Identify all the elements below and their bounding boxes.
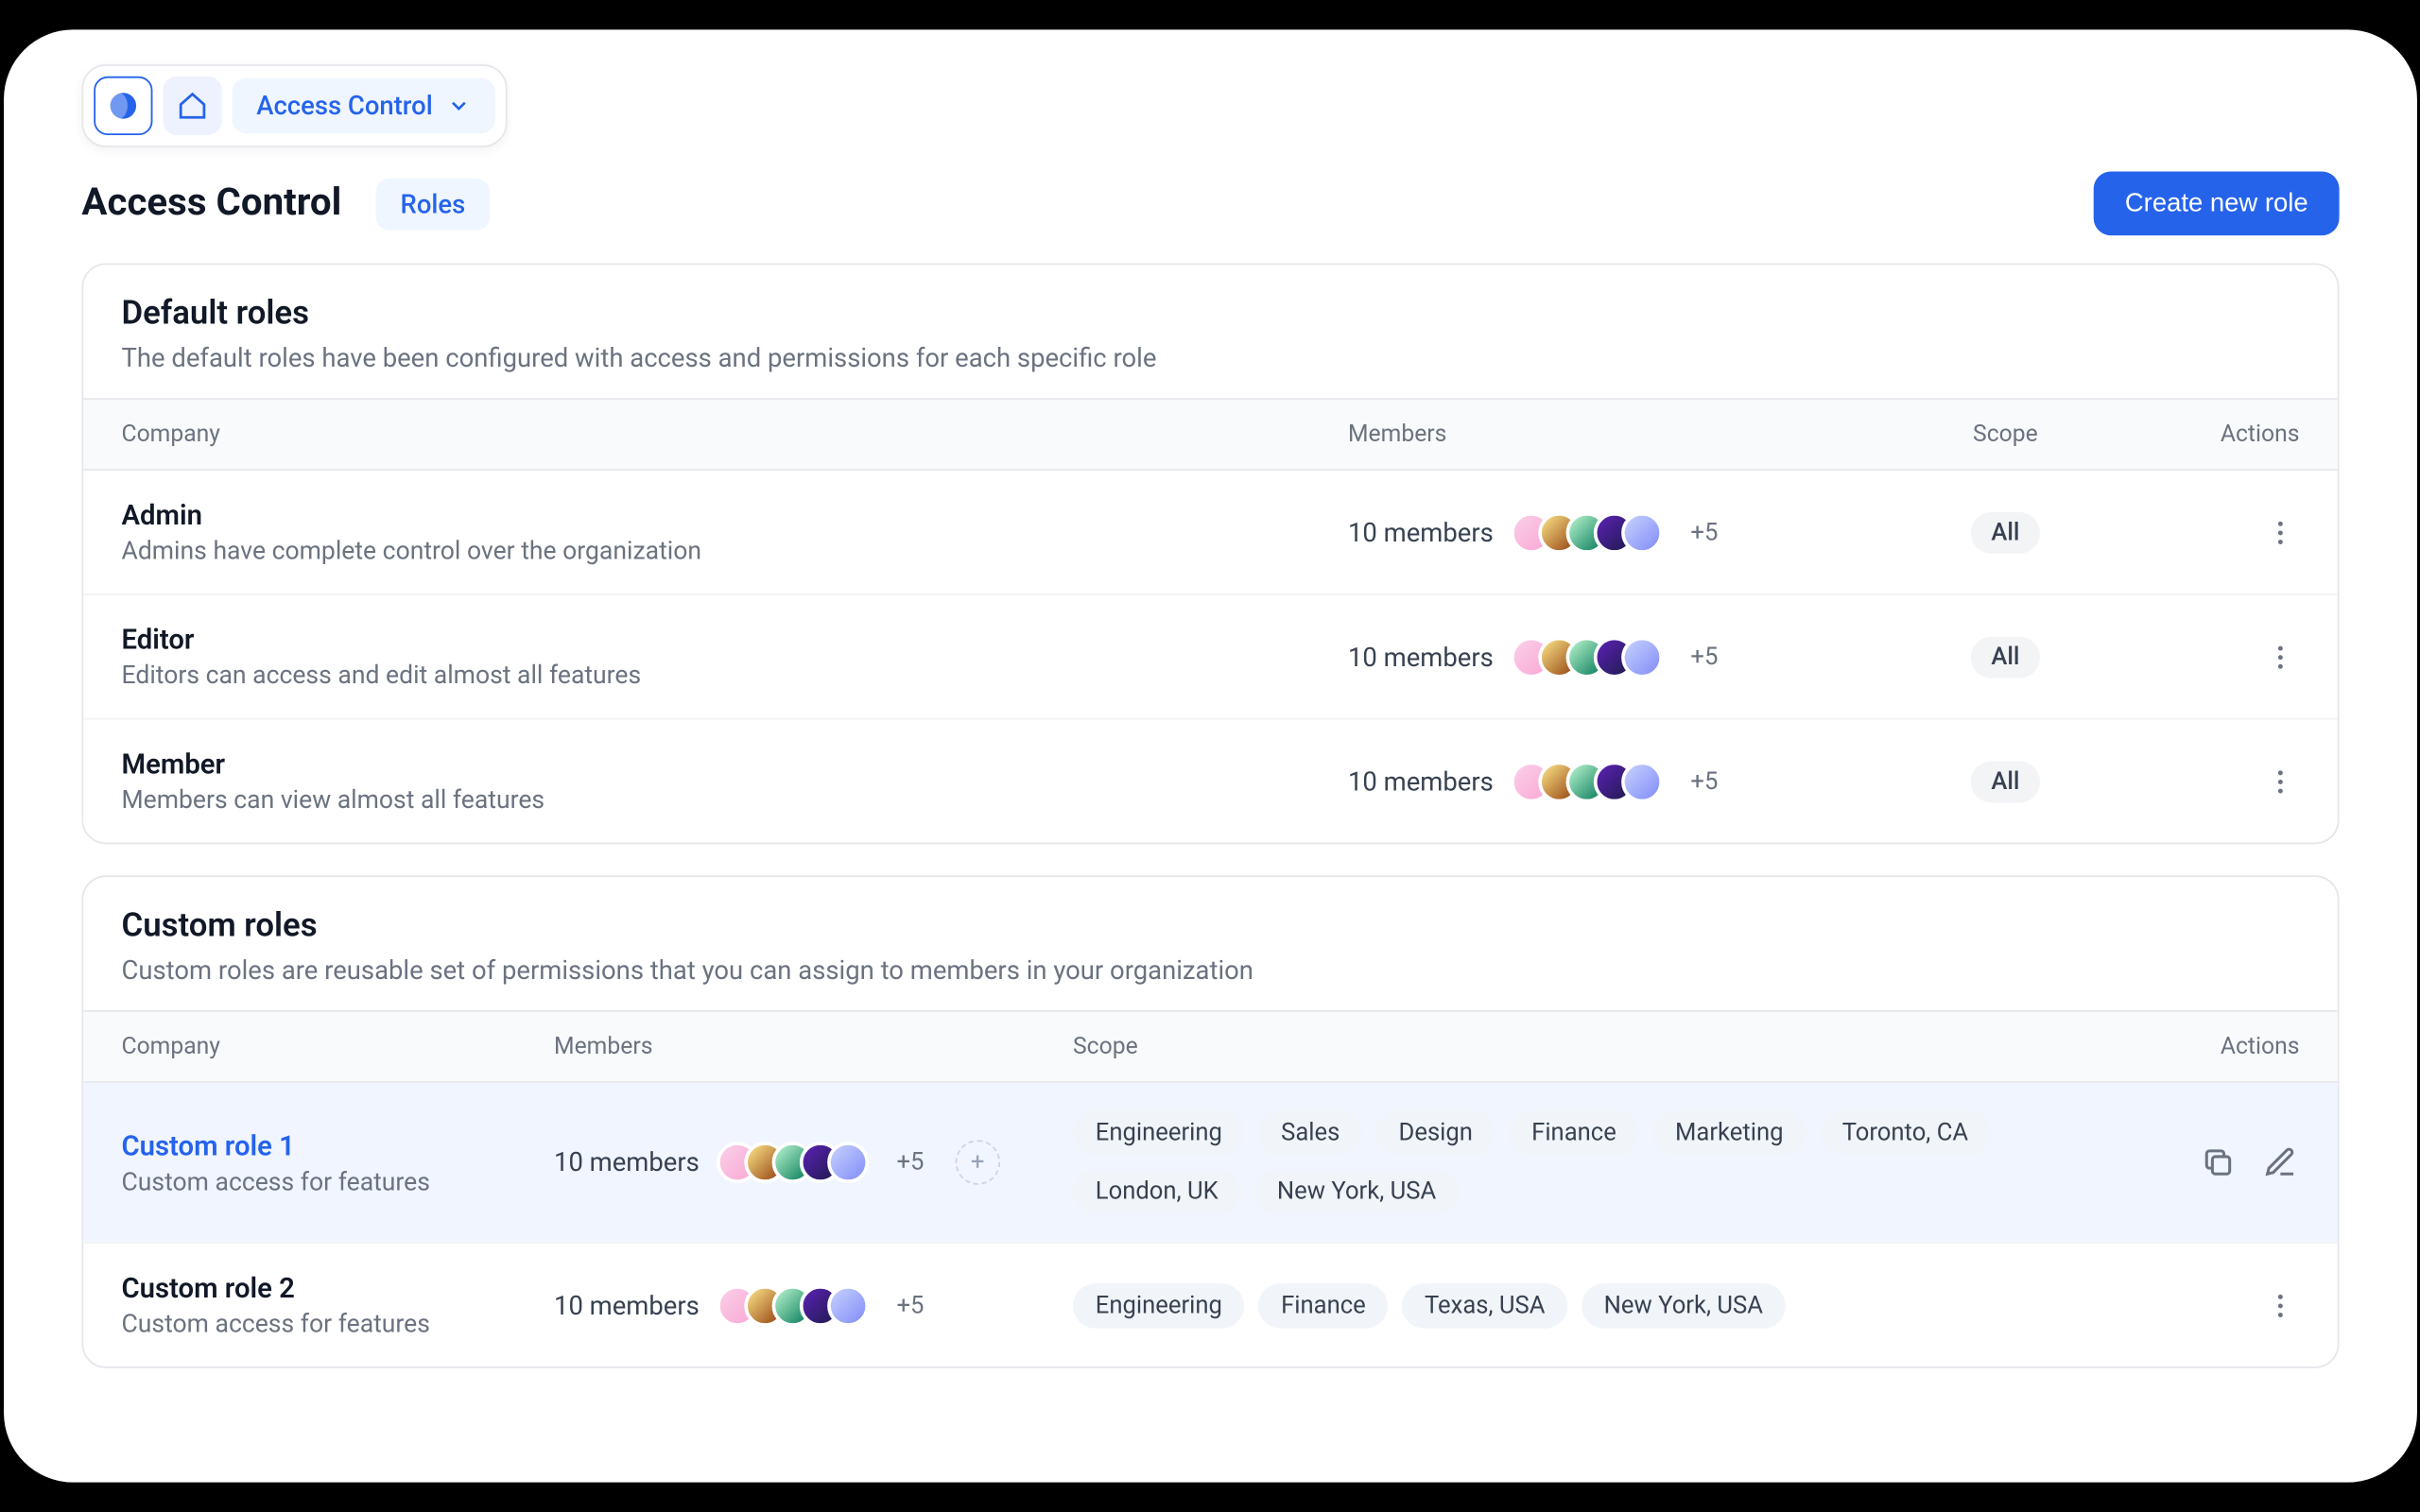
scope-tag: London, UK [1073, 1169, 1240, 1214]
tab-roles[interactable]: Roles [375, 178, 489, 230]
table-row[interactable]: Admin Admins have complete control over … [83, 471, 2337, 595]
role-description: Custom access for features [121, 1167, 554, 1196]
table-row[interactable]: Member Members can view almost all featu… [83, 720, 2337, 843]
table-row[interactable]: Editor Editors can access and edit almos… [83, 595, 2337, 720]
scope-tag: Toronto, CA [1819, 1110, 1990, 1156]
more-actions-button[interactable] [2261, 513, 2299, 551]
scope-tag: Finance [1258, 1282, 1388, 1328]
default-roles-subtitle: The default roles have been configured w… [121, 343, 2299, 374]
role-description: Admins have complete control over the or… [121, 537, 1347, 566]
col-members: Members [554, 1033, 1073, 1060]
page-header: Access Control Roles Create new role [81, 171, 2339, 235]
scope-tag: Finance [1509, 1110, 1638, 1156]
members-count: 10 members [554, 1290, 700, 1321]
breadcrumb-label: Access Control [256, 90, 432, 121]
avatar-stack [1511, 636, 1663, 678]
col-actions: Actions [2161, 421, 2299, 448]
avatar [1621, 511, 1663, 553]
home-icon[interactable] [163, 77, 221, 135]
col-scope: Scope [1073, 1033, 2144, 1060]
members-overflow: +5 [896, 1291, 924, 1318]
members-overflow: +5 [1690, 518, 1718, 545]
custom-roles-header-row: Company Members Scope Actions [83, 1010, 2337, 1083]
default-roles-title: Default roles [121, 293, 2299, 333]
table-row[interactable]: Custom role 1 Custom access for features… [83, 1083, 2337, 1244]
scope-tag: New York, USA [1581, 1282, 1785, 1328]
scope-badge: All [1970, 511, 2040, 553]
col-company: Company [121, 421, 1347, 448]
col-members: Members [1347, 421, 1849, 448]
chevron-down-icon [446, 94, 471, 118]
custom-roles-title: Custom roles [121, 904, 2299, 944]
members-count: 10 members [1347, 765, 1493, 797]
avatar-stack [1511, 511, 1663, 553]
page-title: Access Control [81, 181, 341, 225]
col-scope: Scope [1849, 421, 2160, 448]
role-description: Custom access for features [121, 1310, 554, 1339]
avatar [827, 1142, 869, 1183]
scope-tag: Engineering [1073, 1282, 1245, 1328]
app-logo-icon[interactable] [94, 77, 152, 135]
members-count: 10 members [1347, 517, 1493, 548]
default-roles-card: Default roles The default roles have bee… [81, 263, 2339, 844]
table-row[interactable]: Custom role 2 Custom access for features… [83, 1244, 2337, 1366]
role-description: Members can view almost all features [121, 785, 1347, 815]
role-name: Editor [121, 623, 1347, 656]
members-overflow: +5 [1690, 643, 1718, 670]
avatar-stack [717, 1142, 869, 1183]
avatar [1621, 761, 1663, 802]
more-actions-button[interactable] [2261, 638, 2299, 676]
scope-badge: All [1970, 761, 2040, 802]
col-actions: Actions [2143, 1033, 2299, 1060]
more-actions-button[interactable] [2261, 1286, 2299, 1324]
breadcrumb: Access Control [81, 64, 507, 147]
scope-tag: New York, USA [1254, 1169, 1459, 1214]
scope-badge: All [1970, 636, 2040, 678]
members-overflow: +5 [1690, 767, 1718, 795]
add-member-button[interactable]: + [955, 1140, 1000, 1185]
role-name[interactable]: Custom role 1 [121, 1128, 554, 1161]
scope-tag: Engineering [1073, 1110, 1245, 1156]
scope-tag: Sales [1258, 1110, 1362, 1156]
create-role-button[interactable]: Create new role [2093, 171, 2339, 235]
avatar-stack [717, 1284, 869, 1326]
custom-roles-subtitle: Custom roles are reusable set of permiss… [121, 954, 2299, 986]
col-company: Company [121, 1033, 554, 1060]
role-description: Editors can access and edit almost all f… [121, 661, 1347, 690]
avatar-stack [1511, 761, 1663, 802]
scope-tag: Marketing [1652, 1110, 1806, 1156]
role-name: Member [121, 747, 1347, 781]
breadcrumb-current[interactable]: Access Control [232, 78, 494, 134]
custom-roles-card: Custom roles Custom roles are reusable s… [81, 875, 2339, 1368]
default-roles-header-row: Company Members Scope Actions [83, 398, 2337, 471]
avatar [827, 1284, 869, 1326]
scope-tag: Design [1375, 1110, 1495, 1156]
duplicate-button[interactable] [2199, 1143, 2237, 1181]
edit-button[interactable] [2261, 1143, 2299, 1181]
role-name: Custom role 2 [121, 1271, 554, 1304]
members-count: 10 members [554, 1147, 700, 1178]
role-name: Admin [121, 498, 1347, 531]
scope-tag: Texas, USA [1402, 1282, 1567, 1328]
members-overflow: +5 [896, 1148, 924, 1176]
members-count: 10 members [1347, 641, 1493, 672]
more-actions-button[interactable] [2261, 762, 2299, 799]
avatar [1621, 636, 1663, 678]
